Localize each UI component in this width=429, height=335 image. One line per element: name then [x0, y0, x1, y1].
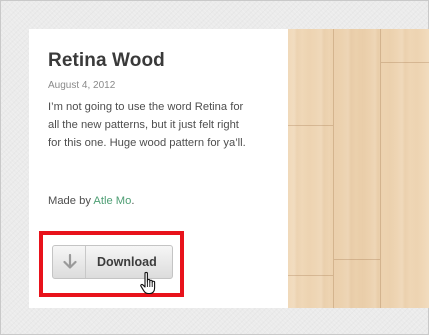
pattern-card: Retina Wood August 4, 2012 I’m not going… [29, 29, 291, 308]
wood-pattern-preview [288, 29, 429, 308]
download-button[interactable]: Download [52, 245, 173, 279]
credit-suffix: . [131, 195, 135, 207]
page-background: Retina Wood August 4, 2012 I’m not going… [0, 0, 429, 335]
download-arrow-icon [63, 254, 77, 269]
post-date: August 4, 2012 [48, 80, 116, 91]
author-link[interactable]: Atle Mo [93, 195, 131, 207]
author-credit: Made by Atle Mo. [48, 195, 134, 207]
download-label: Download [97, 255, 157, 269]
pattern-title: Retina Wood [48, 50, 165, 71]
download-icon-cell [53, 246, 86, 278]
pattern-description: I’m not going to use the word Retina for… [48, 101, 246, 149]
credit-prefix: Made by [48, 195, 91, 207]
